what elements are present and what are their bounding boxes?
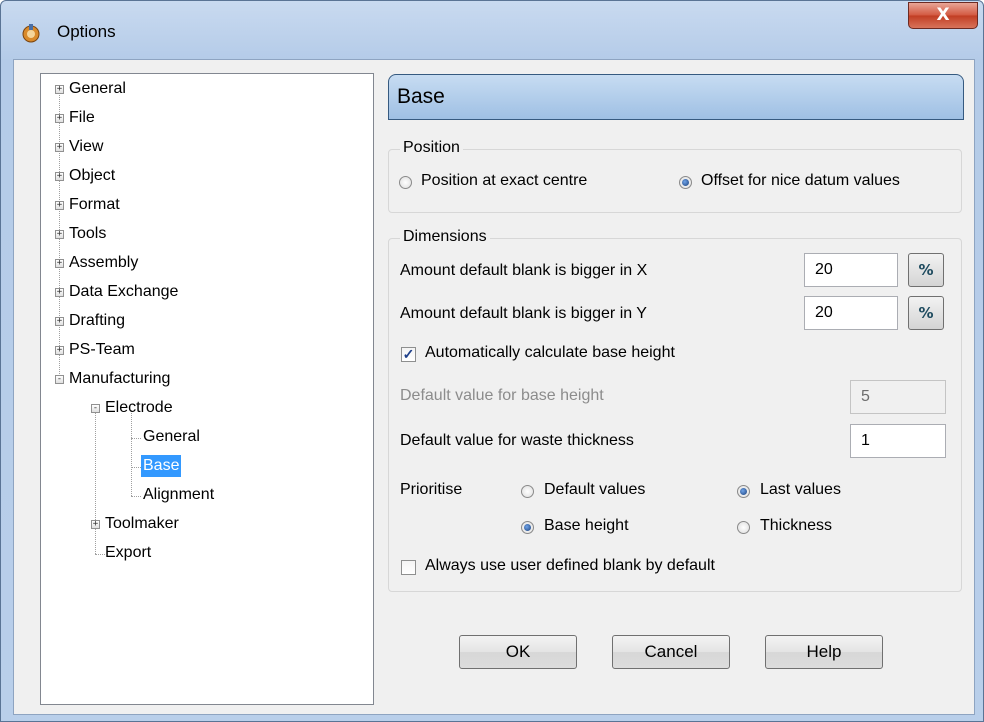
- percent-icon: %: [918, 261, 934, 279]
- waste-thickness-label: Default value for waste thickness: [400, 432, 634, 449]
- tree-item-label: Assembly: [69, 254, 139, 271]
- expand-icon[interactable]: +: [55, 288, 64, 297]
- tree-item-label: Format: [69, 196, 120, 213]
- window-title: Options: [57, 22, 116, 41]
- prioritise-last-values-radio[interactable]: [737, 485, 750, 498]
- blank-x-label: Amount default blank is bigger in X: [400, 262, 648, 279]
- collapse-icon[interactable]: -: [55, 375, 64, 384]
- tree-item-label-selected: Base: [141, 455, 182, 477]
- close-icon: X: [936, 5, 950, 25]
- dialog-body: + General + File + View + Object + Forma…: [13, 59, 975, 715]
- options-dialog: Options X + General + File + View + Obje…: [0, 0, 984, 722]
- tree-connector: [131, 438, 141, 439]
- prioritise-base-height-label[interactable]: Base height: [544, 517, 629, 535]
- blank-x-input[interactable]: 20: [804, 253, 898, 287]
- user-blank-checkbox[interactable]: [401, 560, 416, 575]
- expand-icon[interactable]: +: [55, 143, 64, 152]
- expand-icon[interactable]: +: [55, 346, 64, 355]
- blank-y-percent-button[interactable]: %: [908, 296, 944, 330]
- tree-item-label: File: [69, 109, 95, 126]
- prioritise-thickness-label[interactable]: Thickness: [760, 517, 832, 535]
- tree-item-label: General: [69, 80, 126, 97]
- auto-base-height-checkbox[interactable]: ✓: [401, 347, 416, 362]
- close-button[interactable]: X: [908, 2, 978, 29]
- dimensions-group: [388, 238, 962, 592]
- app-icon: [22, 24, 40, 43]
- tree-connector: [131, 467, 141, 468]
- position-exact-centre-radio[interactable]: [399, 176, 412, 189]
- waste-thickness-input[interactable]: 1: [850, 424, 946, 458]
- default-base-height-label: Default value for base height: [400, 387, 604, 404]
- title-bar[interactable]: Options X: [1, 1, 983, 61]
- offset-nice-datum-radio[interactable]: [679, 176, 692, 189]
- expand-icon[interactable]: +: [91, 520, 100, 529]
- tree-item-label: General: [143, 428, 200, 445]
- offset-nice-datum-label[interactable]: Offset for nice datum values: [701, 172, 900, 190]
- expand-icon[interactable]: +: [55, 201, 64, 210]
- prioritise-base-height-radio[interactable]: [521, 521, 534, 534]
- tree-item-label: View: [69, 138, 104, 155]
- tree-item-label: Tools: [69, 225, 107, 242]
- auto-base-height-label[interactable]: Automatically calculate base height: [425, 344, 675, 362]
- expand-icon[interactable]: +: [55, 172, 64, 181]
- tree-connector-electrode: [131, 410, 132, 496]
- prioritise-last-values-label[interactable]: Last values: [760, 481, 841, 499]
- tree-connector: [95, 554, 105, 555]
- tree-connector: [131, 496, 141, 497]
- default-base-height-input: 5: [850, 380, 946, 414]
- cancel-button[interactable]: Cancel: [612, 635, 730, 669]
- options-tree[interactable]: + General + File + View + Object + Forma…: [40, 73, 374, 705]
- dimensions-group-label: Dimensions: [400, 228, 490, 246]
- blank-y-input[interactable]: 20: [804, 296, 898, 330]
- tree-item-label: Manufacturing: [69, 370, 171, 387]
- position-exact-centre-label[interactable]: Position at exact centre: [421, 172, 587, 190]
- expand-icon[interactable]: +: [55, 230, 64, 239]
- blank-y-label: Amount default blank is bigger in Y: [400, 305, 647, 322]
- tree-item-label: Object: [69, 167, 116, 184]
- tree-item-label: Electrode: [105, 399, 173, 416]
- prioritise-label: Prioritise: [400, 481, 463, 498]
- position-group-label: Position: [400, 139, 463, 157]
- collapse-icon[interactable]: -: [91, 404, 100, 413]
- panel-title: Base: [388, 74, 964, 120]
- expand-icon[interactable]: +: [55, 317, 64, 326]
- prioritise-default-values-radio[interactable]: [521, 485, 534, 498]
- tree-item-label: Export: [105, 544, 152, 561]
- tree-item-label: Alignment: [143, 486, 215, 503]
- blank-x-percent-button[interactable]: %: [908, 253, 944, 287]
- tree-item-label: Data Exchange: [69, 283, 179, 300]
- prioritise-thickness-radio[interactable]: [737, 521, 750, 534]
- expand-icon[interactable]: +: [55, 85, 64, 94]
- help-button[interactable]: Help: [765, 635, 883, 669]
- tree-item-label: Toolmaker: [105, 515, 179, 532]
- tree-item-label: PS-Team: [69, 341, 135, 358]
- tree-connector-manufacturing: [95, 410, 96, 554]
- tree-item-label: Drafting: [69, 312, 126, 329]
- user-blank-label[interactable]: Always use user defined blank by default: [425, 557, 715, 575]
- percent-icon: %: [918, 304, 934, 322]
- expand-icon[interactable]: +: [55, 259, 64, 268]
- expand-icon[interactable]: +: [55, 114, 64, 123]
- ok-button[interactable]: OK: [459, 635, 577, 669]
- prioritise-default-values-label[interactable]: Default values: [544, 481, 645, 499]
